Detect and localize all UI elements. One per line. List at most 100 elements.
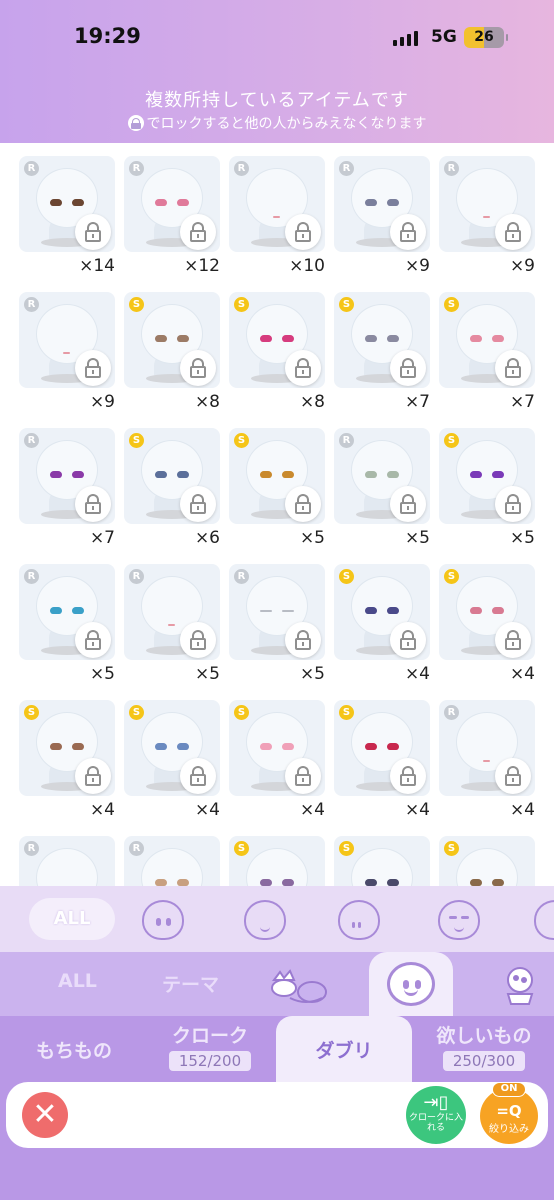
item-thumbnail[interactable]: S bbox=[229, 292, 325, 388]
face-mouth-icon[interactable] bbox=[244, 900, 286, 940]
item-card[interactable]: S ×7 bbox=[334, 292, 430, 412]
unlock-toggle-icon[interactable] bbox=[75, 486, 111, 522]
item-card[interactable]: S ×4 bbox=[334, 700, 430, 820]
put-in-cloak-button[interactable]: ⇥▯ クロークに入れる bbox=[406, 1086, 466, 1144]
tab-cloak[interactable]: クローク 152/200 bbox=[150, 1016, 270, 1082]
item-thumbnail[interactable]: R bbox=[19, 564, 115, 660]
unlock-toggle-icon[interactable] bbox=[285, 758, 321, 794]
item-thumbnail[interactable]: S bbox=[439, 564, 535, 660]
unlock-toggle-icon[interactable] bbox=[495, 622, 531, 658]
item-thumbnail[interactable]: R bbox=[229, 564, 325, 660]
face-more-icon[interactable] bbox=[534, 900, 554, 940]
unlock-toggle-icon[interactable] bbox=[390, 214, 426, 250]
unlock-toggle-icon[interactable] bbox=[390, 486, 426, 522]
unlock-toggle-icon[interactable] bbox=[180, 214, 216, 250]
unlock-toggle-icon[interactable] bbox=[180, 486, 216, 522]
item-thumbnail[interactable]: R bbox=[439, 156, 535, 252]
item-thumbnail[interactable]: R bbox=[124, 836, 220, 886]
item-card[interactable]: R ×7 bbox=[19, 428, 115, 548]
item-card[interactable]: S ×5 bbox=[439, 428, 535, 548]
item-card[interactable]: R ×10 bbox=[229, 156, 325, 276]
item-card[interactable]: R bbox=[124, 836, 220, 886]
item-card[interactable]: S ×4 bbox=[229, 700, 325, 820]
item-thumbnail[interactable]: S bbox=[334, 564, 430, 660]
item-card[interactable]: R ×4 bbox=[439, 700, 535, 820]
item-card[interactable]: R ×5 bbox=[124, 564, 220, 684]
item-card[interactable]: R ×14 bbox=[19, 156, 115, 276]
item-card[interactable]: S ×5 bbox=[229, 428, 325, 548]
item-card[interactable]: S bbox=[229, 836, 325, 886]
unlock-toggle-icon[interactable] bbox=[75, 350, 111, 386]
unlock-toggle-icon[interactable] bbox=[75, 758, 111, 794]
item-card[interactable]: S ×7 bbox=[439, 292, 535, 412]
item-card[interactable]: R ×12 bbox=[124, 156, 220, 276]
face-eyes-icon[interactable] bbox=[142, 900, 184, 940]
unlock-toggle-icon[interactable] bbox=[75, 622, 111, 658]
unlock-toggle-icon[interactable] bbox=[285, 622, 321, 658]
unlock-toggle-icon[interactable] bbox=[285, 214, 321, 250]
unlock-toggle-icon[interactable] bbox=[390, 622, 426, 658]
item-thumbnail[interactable]: R bbox=[19, 428, 115, 524]
tab-daburi[interactable]: ダブリ bbox=[276, 1016, 412, 1082]
item-thumbnail[interactable]: R bbox=[334, 156, 430, 252]
item-thumbnail[interactable]: S bbox=[334, 292, 430, 388]
type-all[interactable]: ALL bbox=[58, 970, 97, 992]
item-card[interactable]: S ×4 bbox=[19, 700, 115, 820]
item-card[interactable]: R ×5 bbox=[334, 428, 430, 548]
item-thumbnail[interactable]: S bbox=[19, 700, 115, 796]
unlock-toggle-icon[interactable] bbox=[180, 758, 216, 794]
unlock-toggle-icon[interactable] bbox=[495, 758, 531, 794]
item-thumbnail[interactable]: R bbox=[124, 564, 220, 660]
item-card[interactable]: S ×8 bbox=[124, 292, 220, 412]
item-card[interactable]: S ×4 bbox=[439, 564, 535, 684]
plant-pot-icon[interactable] bbox=[498, 966, 554, 1006]
item-thumbnail[interactable]: R bbox=[19, 156, 115, 252]
face-smile-icon[interactable] bbox=[438, 900, 480, 940]
face-cheek-icon[interactable] bbox=[338, 900, 380, 940]
filter-button[interactable]: ON =Q 絞り込み bbox=[480, 1082, 538, 1144]
unlock-toggle-icon[interactable] bbox=[495, 486, 531, 522]
item-thumbnail[interactable]: S bbox=[124, 292, 220, 388]
unlock-toggle-icon[interactable] bbox=[495, 214, 531, 250]
item-card[interactable]: S ×8 bbox=[229, 292, 325, 412]
item-thumbnail[interactable]: R bbox=[439, 700, 535, 796]
type-face-tab[interactable] bbox=[369, 952, 453, 1016]
unlock-toggle-icon[interactable] bbox=[75, 214, 111, 250]
item-thumbnail[interactable]: R bbox=[19, 836, 115, 886]
item-thumbnail[interactable]: S bbox=[439, 292, 535, 388]
item-thumbnail[interactable]: S bbox=[439, 428, 535, 524]
item-card[interactable]: R ×5 bbox=[229, 564, 325, 684]
item-thumbnail[interactable]: S bbox=[124, 700, 220, 796]
unlock-toggle-icon[interactable] bbox=[285, 486, 321, 522]
close-button[interactable]: ✕ bbox=[22, 1092, 68, 1138]
item-card[interactable]: S ×4 bbox=[334, 564, 430, 684]
item-card[interactable]: R ×5 bbox=[19, 564, 115, 684]
item-thumbnail[interactable]: S bbox=[334, 836, 430, 886]
item-thumbnail[interactable]: R bbox=[19, 292, 115, 388]
item-card[interactable]: R ×9 bbox=[439, 156, 535, 276]
unlock-toggle-icon[interactable] bbox=[285, 350, 321, 386]
unlock-toggle-icon[interactable] bbox=[495, 350, 531, 386]
item-card[interactable]: S ×4 bbox=[124, 700, 220, 820]
item-card[interactable]: S bbox=[334, 836, 430, 886]
item-thumbnail[interactable]: R bbox=[334, 428, 430, 524]
category-all-chip[interactable]: ALL bbox=[29, 898, 115, 940]
item-thumbnail[interactable]: S bbox=[124, 428, 220, 524]
item-thumbnail[interactable]: R bbox=[124, 156, 220, 252]
tab-mochimono[interactable]: もちもの bbox=[0, 1016, 148, 1082]
item-thumbnail[interactable]: S bbox=[229, 700, 325, 796]
item-card[interactable]: R ×9 bbox=[19, 292, 115, 412]
item-thumbnail[interactable]: S bbox=[334, 700, 430, 796]
item-card[interactable]: R bbox=[19, 836, 115, 886]
unlock-toggle-icon[interactable] bbox=[390, 350, 426, 386]
item-thumbnail[interactable]: S bbox=[229, 836, 325, 886]
item-card[interactable]: R ×9 bbox=[334, 156, 430, 276]
unlock-toggle-icon[interactable] bbox=[390, 758, 426, 794]
unlock-toggle-icon[interactable] bbox=[180, 350, 216, 386]
item-card[interactable]: S ×6 bbox=[124, 428, 220, 548]
type-theme[interactable]: テーマ bbox=[162, 970, 219, 997]
unlock-toggle-icon[interactable] bbox=[180, 622, 216, 658]
tab-wishlist[interactable]: 欲しいもの 250/300 bbox=[414, 1016, 554, 1082]
item-card[interactable]: S bbox=[439, 836, 535, 886]
sleeping-character-icon[interactable] bbox=[270, 966, 328, 1006]
